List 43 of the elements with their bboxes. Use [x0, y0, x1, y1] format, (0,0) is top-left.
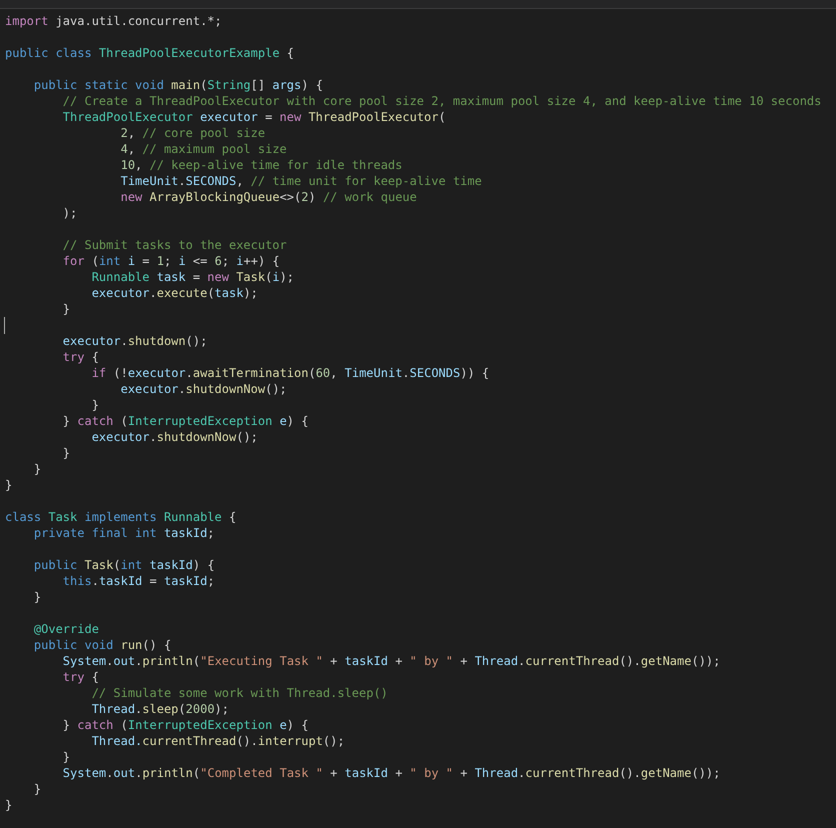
code-line: 10, // keep-alive time for idle threads: [120, 158, 402, 172]
code-line: for (int i = 1; i <= 6; i++) {: [62, 254, 280, 268]
code-line: TimeUnit.SECONDS, // time unit for keep-alive time: [120, 174, 482, 188]
code-line: }: [5, 798, 12, 812]
code-line: 2, // core pool size: [120, 126, 266, 140]
code-line: ThreadPoolExecutor executor = new ThreadPoolExecutor(: [62, 110, 446, 124]
code-line: public void run() {: [32, 638, 172, 652]
code-line: // Simulate some work with Thread.sleep(): [90, 686, 388, 700]
code-line: Runnable task = new Task(i);: [90, 270, 294, 284]
code-line: }: [62, 446, 70, 460]
code-line: 4, // maximum pool size: [120, 142, 287, 156]
code-line: // Create a ThreadPoolExecutor with core pool size 2, maximum pool size 4, and keep-alive time 10 seconds: [62, 94, 822, 108]
code-line: try {: [62, 350, 99, 364]
code-line: }: [5, 478, 12, 492]
code-line: } catch (InterruptedException e) {: [62, 718, 308, 732]
code-line: public Task(int taskId) {: [32, 558, 215, 572]
code-line: System.out.println("Executing Task " + taskId + " by " + Thread.currentThread().getName());: [62, 654, 720, 668]
code-line: // Submit tasks to the executor: [62, 238, 287, 252]
code-line: import java.util.concurrent.*;: [5, 14, 222, 28]
code-line: try {: [62, 670, 99, 684]
code-line: }: [32, 590, 42, 604]
code-line: class Task implements Runnable {: [5, 510, 236, 524]
code-line: }: [90, 398, 99, 412]
code-line: Thread.sleep(2000);: [90, 702, 229, 716]
code-line: executor.execute(task);: [90, 286, 258, 300]
code-line: Thread.currentThread().interrupt();: [90, 734, 345, 748]
code-line: }: [62, 750, 70, 764]
code-line: System.out.println("Completed Task " + taskId + " by " + Thread.currentThread().getName());: [62, 766, 720, 780]
code-line: }: [32, 782, 42, 796]
code-line: }: [62, 302, 70, 316]
code-line: executor.shutdownNow();: [90, 430, 258, 444]
code-line: this.taskId = taskId;: [62, 574, 215, 588]
code-line: } catch (InterruptedException e) {: [62, 414, 308, 428]
code-line: );: [62, 206, 78, 220]
code-line: public class ThreadPoolExecutorExample {: [5, 46, 294, 60]
code-line: }: [32, 462, 42, 476]
code-line: if (!executor.awaitTermination(60, TimeUnit.SECONDS)) {: [90, 366, 490, 380]
code-line: executor.shutdownNow();: [120, 382, 287, 396]
code-line: public static void main(String[] args) {: [32, 78, 323, 92]
code-line: @Override: [32, 622, 99, 636]
code-line: new ArrayBlockingQueue<>(2) // work queue: [120, 190, 417, 204]
code-line: private final int taskId;: [32, 526, 215, 540]
code-line: executor.shutdown();: [62, 334, 208, 348]
